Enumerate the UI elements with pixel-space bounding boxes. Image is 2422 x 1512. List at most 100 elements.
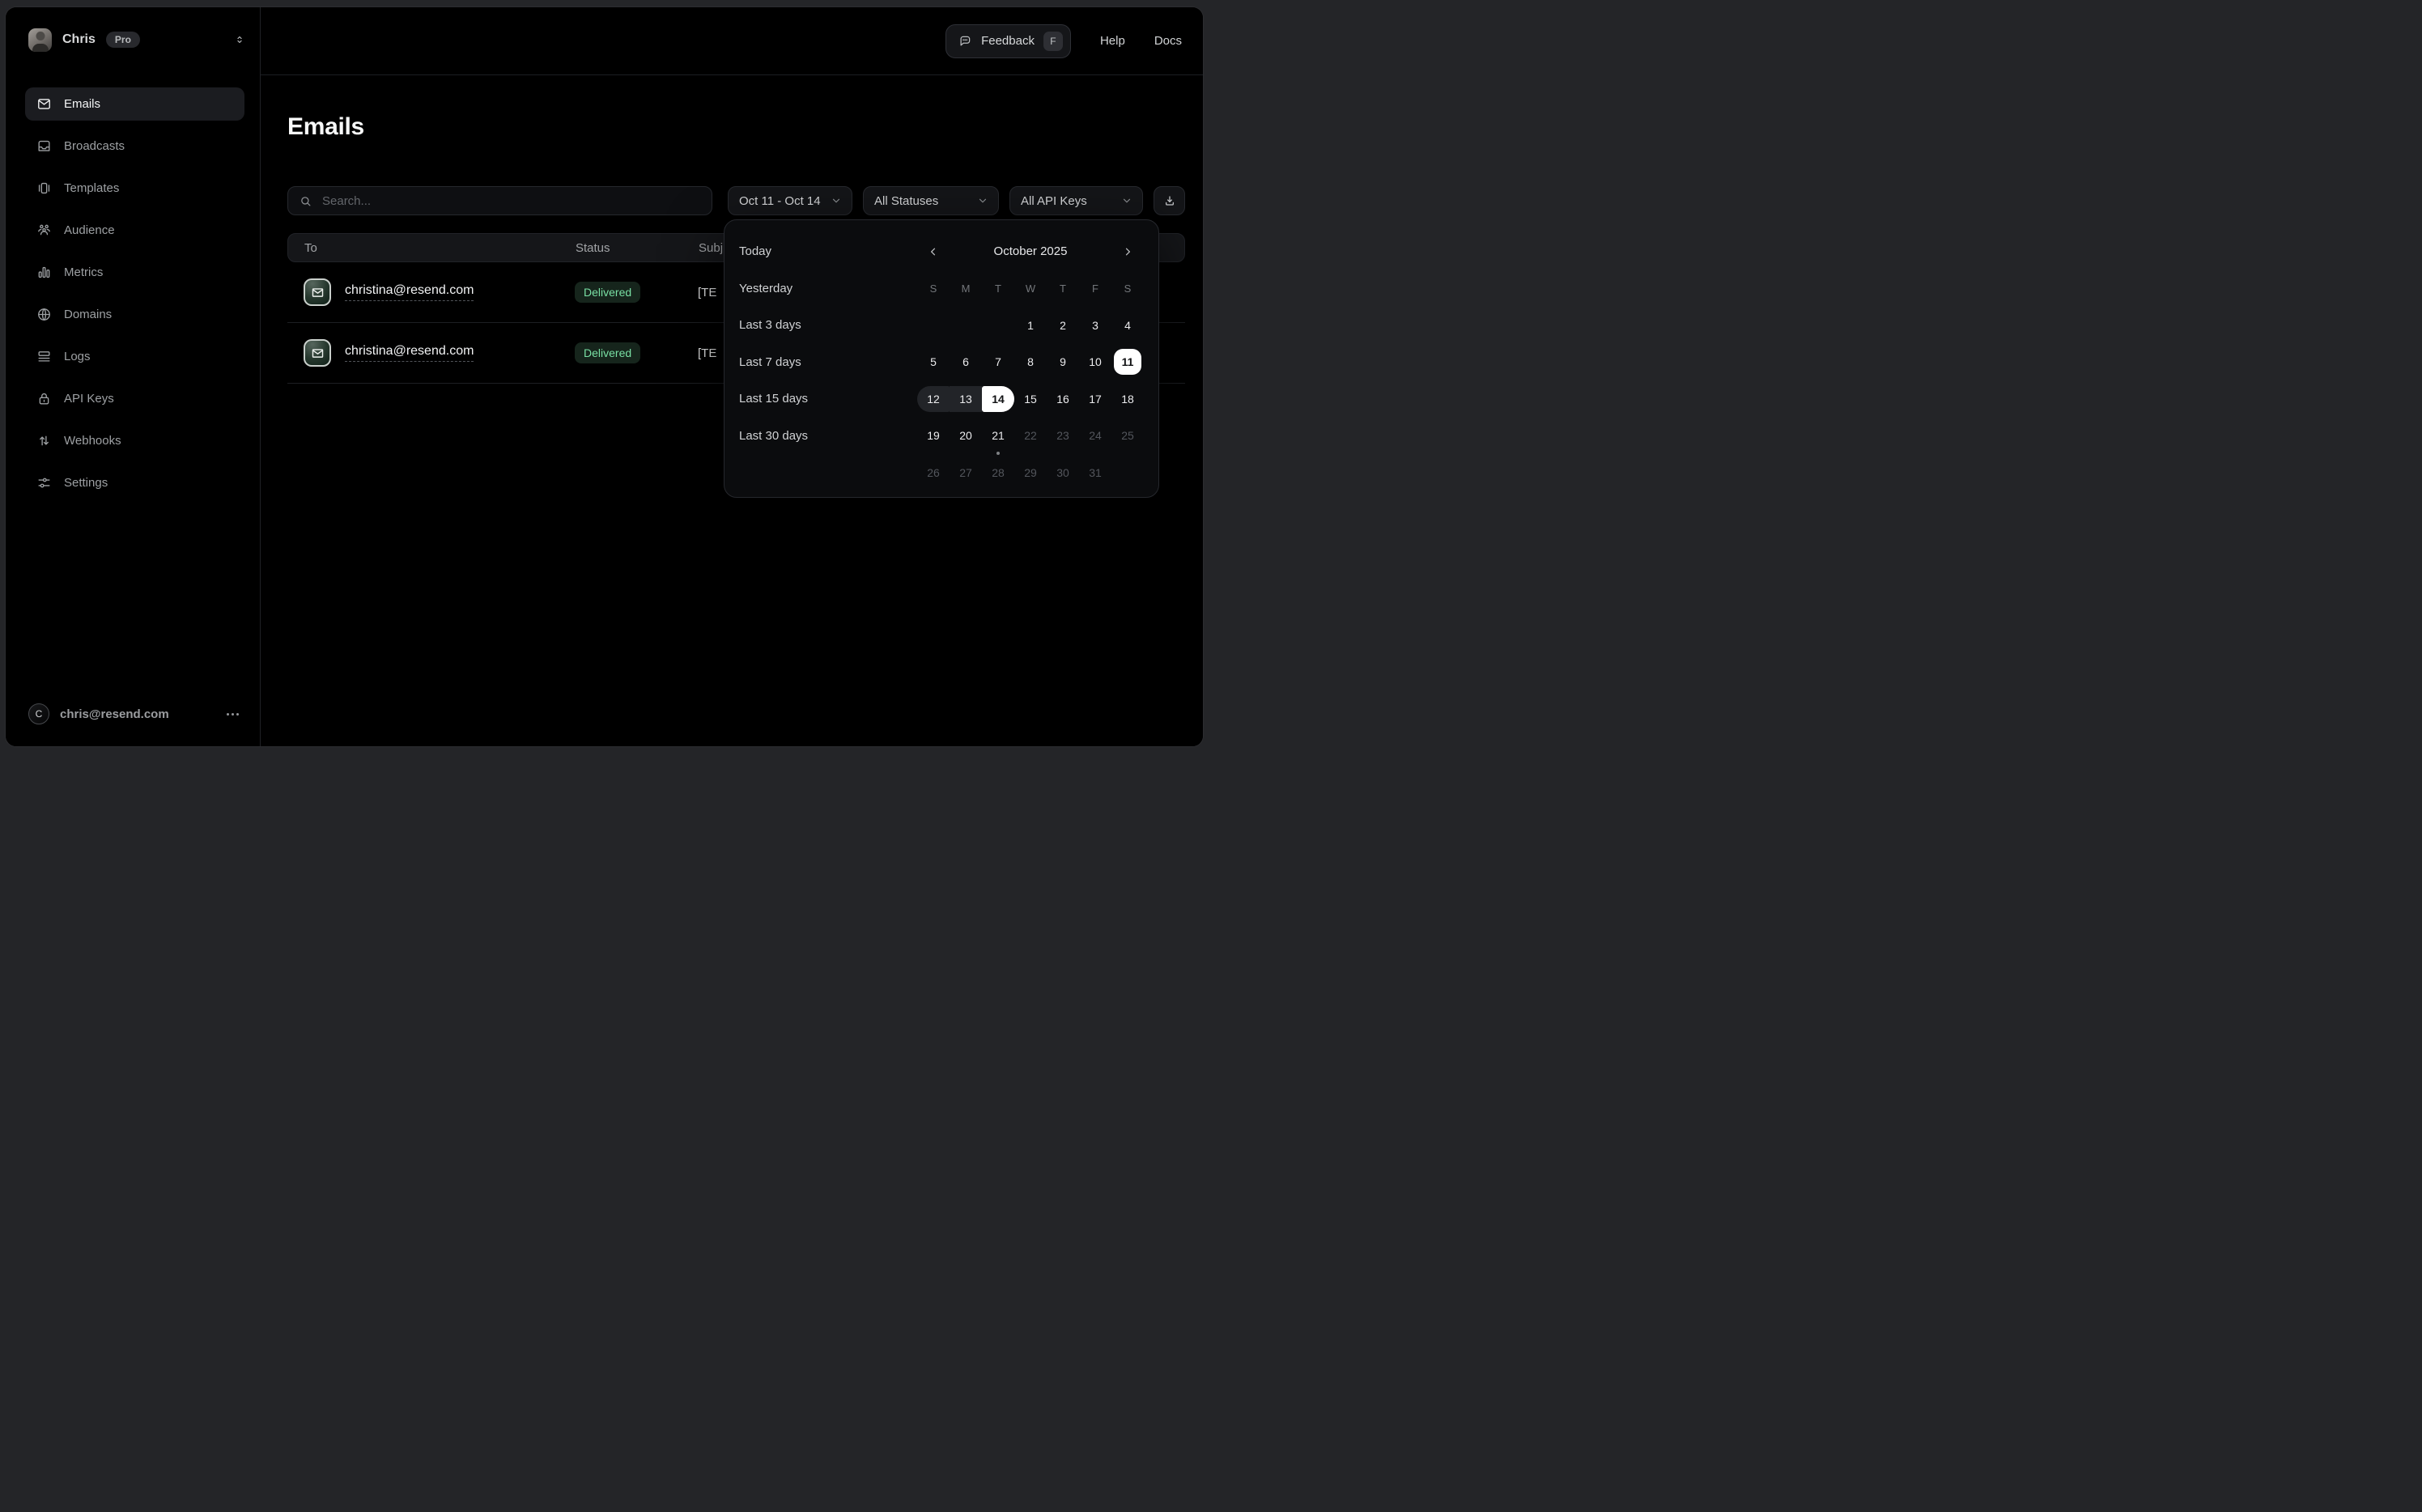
status-filter-value: All Statuses [874, 194, 938, 208]
sidebar-nav: Emails Broadcasts Templates Audience Metrics… [6, 87, 260, 499]
calendar-day-17[interactable]: 17 [1079, 386, 1111, 412]
status-filter[interactable]: All Statuses [863, 186, 999, 215]
calendar-day-30: 30 [1047, 460, 1079, 486]
search-icon [300, 195, 312, 207]
sidebar-item-emails[interactable]: Emails [25, 87, 244, 121]
mail-icon [36, 96, 52, 112]
preset-last-3-days[interactable]: Last 3 days [739, 307, 917, 344]
feedback-label: Feedback [981, 34, 1035, 48]
export-button[interactable] [1154, 186, 1185, 215]
search-input[interactable] [321, 193, 700, 209]
sidebar-item-label: API Keys [64, 392, 114, 406]
calendar-day-20[interactable]: 20 [950, 423, 982, 448]
calendar-day-23: 23 [1047, 423, 1079, 448]
sidebar-item-webhooks[interactable]: Webhooks [25, 424, 244, 457]
preset-today[interactable]: Today [739, 233, 917, 270]
user-email: chris@resend.com [60, 707, 169, 721]
sidebar-item-label: Logs [64, 350, 91, 363]
sidebar-item-metrics[interactable]: Metrics [25, 256, 244, 289]
calendar-empty-cell [982, 312, 1014, 338]
status-badge: Delivered [575, 342, 640, 363]
calendar: October 2025 SMTWTFS 1234567891011121314… [917, 233, 1144, 497]
calendar-day-15[interactable]: 15 [1014, 386, 1047, 412]
sidebar-item-settings[interactable]: Settings [25, 466, 244, 499]
calendar-empty-cell [950, 312, 982, 338]
weekday-label: T [982, 282, 1014, 295]
status-cell: Delivered [575, 342, 698, 363]
sidebar-item-domains[interactable]: Domains [25, 298, 244, 331]
template-icon [36, 181, 52, 196]
date-range-value: Oct 11 - Oct 14 [739, 194, 821, 208]
chevron-down-icon [1122, 196, 1132, 206]
weekday-label: S [1111, 282, 1144, 295]
calendar-day-28: 28 [982, 460, 1014, 486]
audience-icon [36, 223, 52, 238]
weekday-label: T [1047, 282, 1079, 295]
status-cell: Delivered [575, 282, 698, 303]
calendar-day-8[interactable]: 8 [1014, 349, 1047, 375]
calendar-day-6[interactable]: 6 [950, 349, 982, 375]
help-link[interactable]: Help [1100, 34, 1125, 48]
preset-last-30-days[interactable]: Last 30 days [739, 418, 917, 455]
ellipsis-menu-icon[interactable] [225, 710, 240, 719]
globe-icon [36, 307, 52, 322]
calendar-day-10[interactable]: 10 [1079, 349, 1111, 375]
calendar-day-21[interactable]: 21 [982, 423, 1014, 448]
weekday-label: W [1014, 282, 1047, 295]
date-presets: TodayYesterdayLast 3 daysLast 7 daysLast… [739, 233, 917, 497]
to-cell: christina@resend.com [304, 278, 575, 306]
calendar-day-7[interactable]: 7 [982, 349, 1014, 375]
calendar-day-19[interactable]: 19 [917, 423, 950, 448]
calendar-day-14[interactable]: 14 [982, 386, 1014, 412]
calendar-day-22: 22 [1014, 423, 1047, 448]
preset-yesterday[interactable]: Yesterday [739, 270, 917, 308]
calendar-day-31: 31 [1079, 460, 1111, 486]
sidebar-item-broadcasts[interactable]: Broadcasts [25, 130, 244, 163]
sidebar-item-audience[interactable]: Audience [25, 214, 244, 247]
main-area: Feedback F Help Docs Emails Oct 11 - Oct… [261, 7, 1203, 746]
calendar-day-13[interactable]: 13 [950, 386, 982, 412]
sidebar-item-label: Templates [64, 181, 119, 195]
calendar-day-16[interactable]: 16 [1047, 386, 1079, 412]
email-envelope-icon [304, 278, 331, 306]
webhooks-icon [36, 433, 52, 448]
prev-month-button[interactable] [917, 246, 950, 257]
workspace-name: Chris [62, 32, 96, 47]
filters-row: Oct 11 - Oct 14 All Statuses All API Key… [287, 186, 1185, 215]
calendar-grid: 1234567891011121314151617181920212223242… [917, 307, 1144, 491]
feedback-button[interactable]: Feedback F [945, 24, 1071, 58]
recipient-email: christina@resend.com [345, 283, 474, 301]
calendar-day-11[interactable]: 11 [1114, 349, 1141, 375]
app-window: Chris Pro Emails Broadcasts Templates Audie… [6, 7, 1203, 746]
next-month-button[interactable] [1111, 246, 1144, 257]
calendar-empty-cell [1111, 460, 1144, 486]
api-keys-filter[interactable]: All API Keys [1009, 186, 1143, 215]
sidebar-item-label: Metrics [64, 265, 103, 279]
calendar-week-row: 19202122232425 [917, 418, 1144, 455]
sidebar-item-templates[interactable]: Templates [25, 172, 244, 205]
preset-last-7-days[interactable]: Last 7 days [739, 344, 917, 381]
calendar-day-5[interactable]: 5 [917, 349, 950, 375]
sidebar-item-label: Audience [64, 223, 115, 237]
sidebar-item-logs[interactable]: Logs [25, 340, 244, 373]
preset-last-15-days[interactable]: Last 15 days [739, 380, 917, 418]
chevron-up-down-icon [234, 34, 245, 45]
calendar-day-9[interactable]: 9 [1047, 349, 1079, 375]
calendar-day-2[interactable]: 2 [1047, 312, 1079, 338]
sidebar-item-api-keys[interactable]: API Keys [25, 382, 244, 415]
sidebar-item-label: Domains [64, 308, 112, 321]
date-range-filter[interactable]: Oct 11 - Oct 14 [728, 186, 852, 215]
metrics-icon [36, 265, 52, 280]
status-badge: Delivered [575, 282, 640, 303]
calendar-day-1[interactable]: 1 [1014, 312, 1047, 338]
calendar-week-row: 262728293031 [917, 454, 1144, 491]
calendar-day-4[interactable]: 4 [1111, 312, 1144, 338]
calendar-day-3[interactable]: 3 [1079, 312, 1111, 338]
calendar-day-18[interactable]: 18 [1111, 386, 1144, 412]
calendar-week-row: 1234 [917, 307, 1144, 344]
calendar-day-12[interactable]: 12 [917, 386, 950, 412]
plan-badge: Pro [106, 32, 140, 48]
workspace-switcher[interactable]: Chris Pro [6, 28, 260, 52]
calendar-empty-cell [917, 312, 950, 338]
docs-link[interactable]: Docs [1154, 34, 1182, 48]
